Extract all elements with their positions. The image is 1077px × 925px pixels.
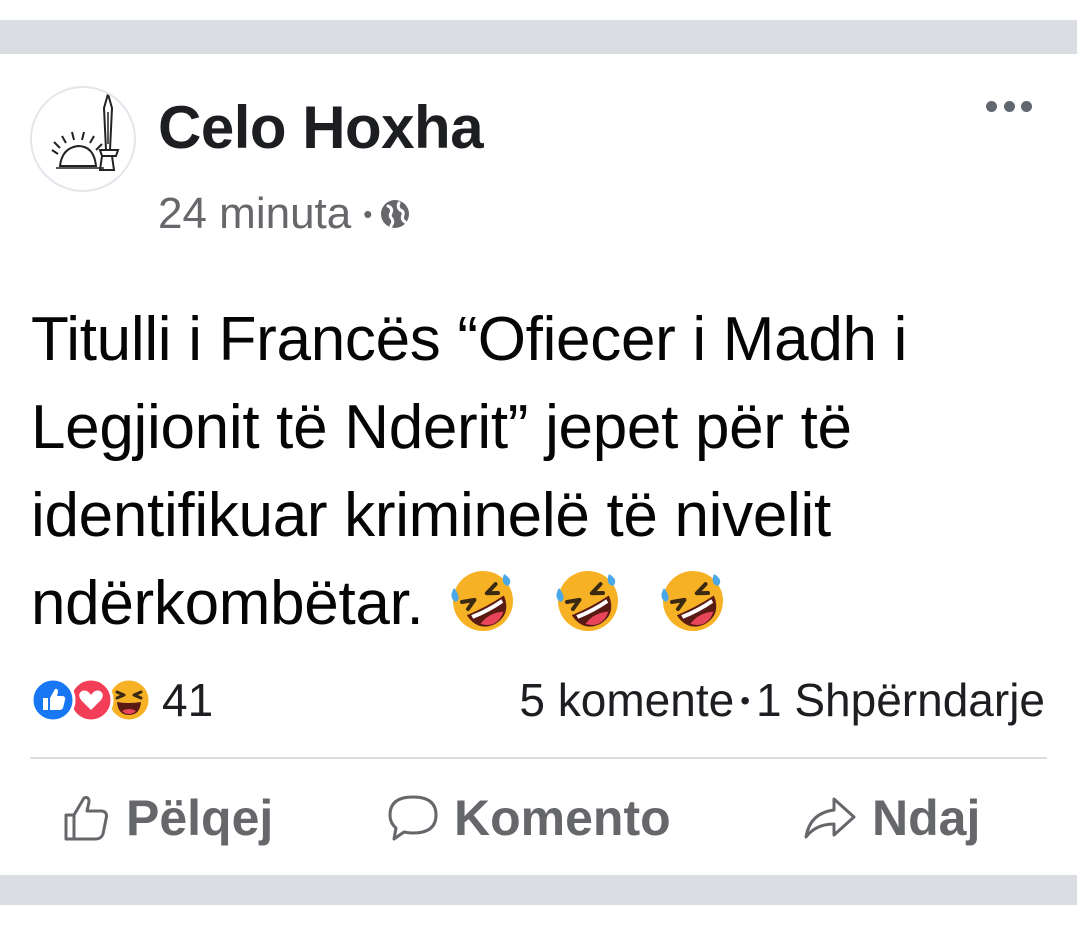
post-stats: 5 komente • 1 Shpërndarje (519, 670, 1045, 731)
feed-separator-bottom (0, 875, 1077, 905)
more-dot (1003, 100, 1015, 112)
feed-separator-top (0, 20, 1077, 54)
more-options-icon[interactable] (986, 96, 1032, 116)
more-dot (1021, 100, 1032, 112)
post-text: Titulli i Francës “Ofiecer i Madh i Legj… (31, 296, 1061, 648)
share-button[interactable]: Ndaj (802, 786, 980, 850)
author-name[interactable]: Celo Hoxha (158, 93, 484, 163)
thumbs-up-icon (64, 796, 108, 841)
reactions-count: 41 (162, 674, 214, 726)
reactions-summary[interactable]: 41 (30, 674, 214, 726)
share-label: Ndaj (872, 790, 981, 846)
post-time[interactable]: 24 minuta (158, 188, 351, 240)
comments-count[interactable]: 5 komente (519, 674, 734, 726)
like-label: Pëlqej (126, 790, 274, 846)
rolling-laughing-emoji-icon (661, 571, 724, 631)
more-dot (986, 100, 997, 112)
rolling-laughing-emoji-icon (556, 571, 619, 631)
globe-icon[interactable] (379, 198, 411, 230)
share-arrow-icon (804, 797, 856, 839)
author-avatar[interactable] (30, 86, 136, 192)
comment-button[interactable]: Komento (386, 786, 671, 850)
post-meta: 24 minuta • (158, 188, 411, 240)
comment-label: Komento (454, 790, 671, 846)
divider (30, 757, 1047, 759)
stats-separator: • (740, 685, 751, 716)
comment-bubble-icon (388, 795, 438, 841)
shares-count[interactable]: 1 Shpërndarje (756, 674, 1045, 726)
meta-separator: • (363, 199, 373, 229)
like-reaction-icon (30, 677, 76, 723)
rolling-laughing-emoji-icon (451, 571, 514, 631)
like-button[interactable]: Pëlqej (62, 786, 273, 850)
avatar-drawing-icon (51, 90, 120, 171)
